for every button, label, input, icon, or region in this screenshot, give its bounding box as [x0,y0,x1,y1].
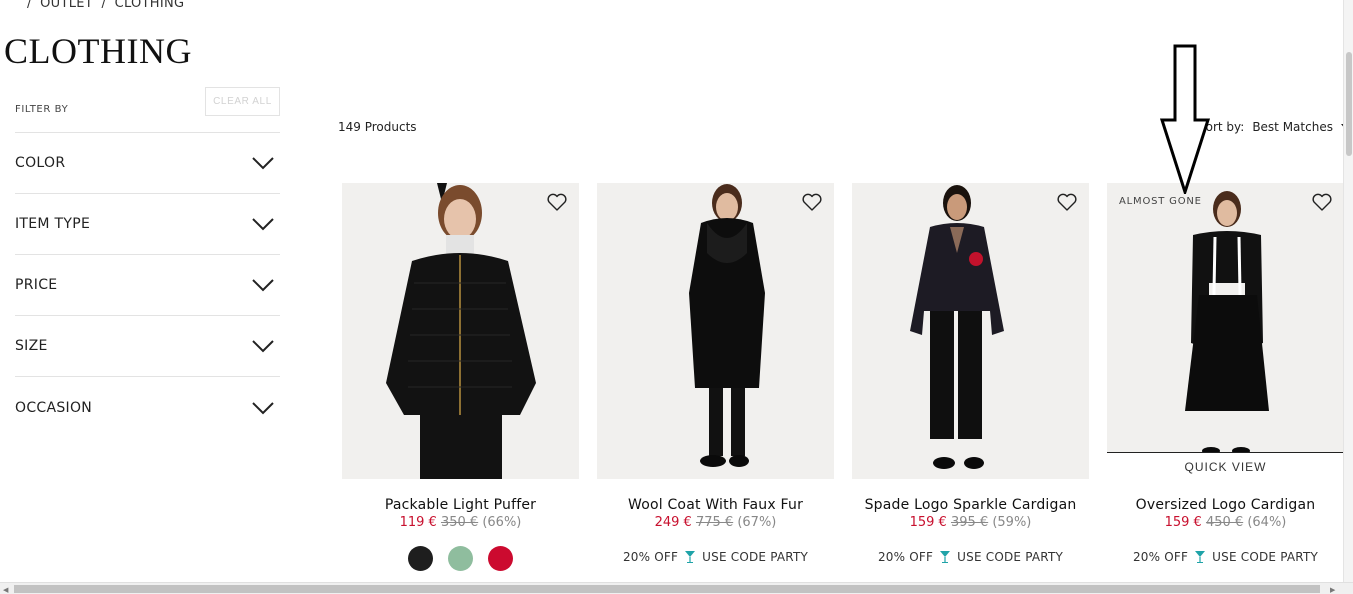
breadcrumb-outlet[interactable]: OUTLET [40,0,93,11]
filter-size[interactable]: SIZE [15,316,280,377]
product-card[interactable]: ALMOST GONE QUICK VIEW Oversized Logo Ca… [1107,183,1344,564]
sale-price: 159 € [909,515,947,530]
cocktail-glass-icon [1195,551,1206,563]
heart-icon[interactable] [547,193,567,211]
page-title: CLOTHING [4,31,192,71]
filter-label: PRICE [15,277,58,293]
filter-by-label: FILTER BY [15,104,69,115]
product-image[interactable] [852,183,1089,479]
product-price: 249 € 775 € (67%) [597,515,834,530]
heart-icon[interactable] [1312,193,1332,211]
chevron-down-icon [252,218,274,231]
model-logo-cardigan-image [1185,191,1269,455]
chevron-down-icon [252,279,274,292]
discount-percent: (67%) [737,515,777,530]
annotation-arrow-down-icon [1160,44,1210,194]
filter-panel: FILTER BY CLEAR ALL COLOR ITEM TYPE PRIC… [15,86,280,438]
model-wool-coat-image [689,184,765,467]
promo-line: 20% OFF USE CODE PARTY [1107,550,1344,564]
promo-line: 20% OFF USE CODE PARTY [852,550,1089,564]
horizontal-scroll-thumb[interactable] [14,585,1320,593]
swatch-black[interactable] [408,546,433,571]
breadcrumb: / OUTLET / CLOTHING [27,0,188,11]
breadcrumb-separator: / [101,0,107,11]
product-image[interactable] [597,183,834,479]
promo-line: 20% OFF USE CODE PARTY [597,550,834,564]
product-name[interactable]: Spade Logo Sparkle Cardigan [852,497,1089,513]
cocktail-glass-icon [685,551,696,563]
product-name[interactable]: Oversized Logo Cardigan [1107,497,1344,513]
scroll-right-arrow-icon[interactable]: ▶ [1330,586,1335,594]
swatch-red[interactable] [488,546,513,571]
product-count: 149 Products [338,120,417,134]
sort-dropdown[interactable]: Sort by: Best Matches [1198,120,1351,134]
heart-icon[interactable] [1057,193,1077,211]
filter-label: SIZE [15,338,48,354]
promo-code: USE CODE PARTY [1212,550,1319,564]
discount-percent: (64%) [1247,515,1287,530]
promo-code: USE CODE PARTY [702,550,809,564]
filter-occasion[interactable]: OCCASION [15,377,280,438]
original-price: 395 € [950,515,989,530]
original-price: 775 € [695,515,734,530]
vertical-scrollbar[interactable] [1343,0,1353,582]
product-name[interactable]: Wool Coat With Faux Fur [597,497,834,513]
scroll-left-arrow-icon[interactable]: ◀ [3,586,8,594]
horizontal-scrollbar[interactable]: ◀ ▶ [0,582,1353,594]
sort-value: Best Matches [1252,120,1333,134]
product-price: 119 € 350 € (66%) [342,515,579,530]
product-price: 159 € 395 € (59%) [852,515,1089,530]
product-image[interactable]: ALMOST GONE QUICK VIEW [1107,183,1344,479]
clear-all-button[interactable]: CLEAR ALL [205,86,280,116]
filter-label: COLOR [15,155,66,171]
discount-percent: (66%) [482,515,522,530]
promo-off: 20% OFF [1132,550,1189,564]
product-card[interactable]: Wool Coat With Faux Fur 249 € 775 € (67%… [597,183,834,564]
chevron-down-icon [252,157,274,170]
product-image[interactable] [342,183,579,479]
chevron-down-icon [252,401,274,414]
cocktail-glass-icon [940,551,951,563]
promo-off: 20% OFF [877,550,934,564]
filter-item-type[interactable]: ITEM TYPE [15,194,280,255]
swatch-green[interactable] [448,546,473,571]
color-swatches [342,546,579,571]
product-name[interactable]: Packable Light Puffer [342,497,579,513]
sale-price: 249 € [654,515,692,530]
model-sparkle-cardigan-image [910,185,1004,469]
breadcrumb-clothing[interactable]: CLOTHING [115,0,185,11]
filter-color[interactable]: COLOR [15,133,280,194]
sale-price: 119 € [399,515,437,530]
original-price: 350 € [440,515,479,530]
discount-percent: (59%) [992,515,1032,530]
model-puffer-jacket-image [386,183,536,479]
chevron-down-icon [252,340,274,353]
vertical-scroll-thumb[interactable] [1346,52,1352,156]
filter-header: FILTER BY CLEAR ALL [15,86,280,133]
product-card[interactable]: Packable Light Puffer 119 € 350 € (66%) [342,183,579,571]
almost-gone-badge: ALMOST GONE [1119,196,1202,207]
heart-icon[interactable] [802,193,822,211]
sale-price: 159 € [1164,515,1202,530]
filter-label: ITEM TYPE [15,216,91,232]
breadcrumb-separator: / [27,0,32,11]
quick-view-button[interactable]: QUICK VIEW [1107,452,1344,479]
filter-price[interactable]: PRICE [15,255,280,316]
product-price: 159 € 450 € (64%) [1107,515,1344,530]
product-card[interactable]: Spade Logo Sparkle Cardigan 159 € 395 € … [852,183,1089,564]
filter-label: OCCASION [15,399,93,416]
promo-off: 20% OFF [622,550,679,564]
promo-code: USE CODE PARTY [957,550,1064,564]
original-price: 450 € [1205,515,1244,530]
